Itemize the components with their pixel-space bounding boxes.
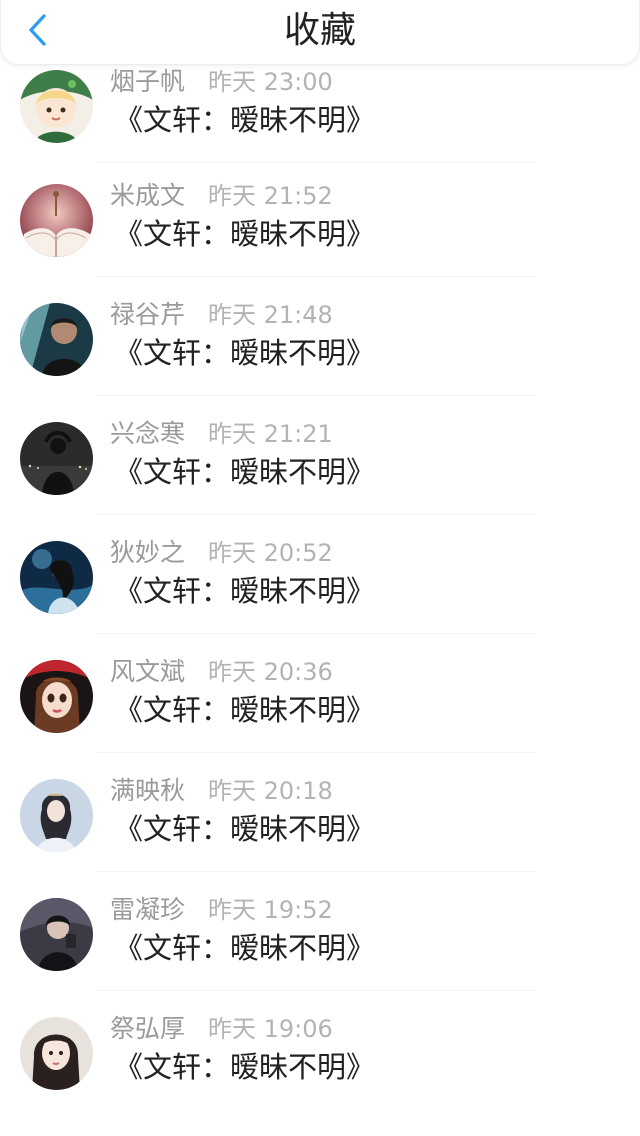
list-item[interactable]: 兴念寒 昨天 21:21 《文轩：暧昧不明》 <box>0 419 640 541</box>
username: 风文斌 <box>110 657 186 686</box>
item-title[interactable]: 《文轩：暧昧不明》 <box>114 690 375 730</box>
list-item[interactable]: 风文斌 昨天 20:36 《文轩：暧昧不明》 <box>0 657 640 779</box>
username: 满映秋 <box>110 776 186 805</box>
avatar[interactable] <box>20 1017 93 1090</box>
list-item[interactable]: 狄妙之 昨天 20:52 《文轩：暧昧不明》 <box>0 538 640 660</box>
divider <box>96 871 536 872</box>
divider <box>96 395 536 396</box>
list-item[interactable]: 米成文 昨天 21:52 《文轩：暧昧不明》 <box>0 181 640 303</box>
username: 禄谷芹 <box>110 300 186 329</box>
divider <box>96 633 536 634</box>
list-item[interactable]: 满映秋 昨天 20:18 《文轩：暧昧不明》 <box>0 776 640 898</box>
avatar[interactable] <box>20 303 93 376</box>
timestamp: 昨天 20:36 <box>208 658 333 686</box>
divider <box>96 990 536 991</box>
item-title[interactable]: 《文轩：暧昧不明》 <box>114 452 375 492</box>
timestamp: 昨天 21:52 <box>208 182 333 210</box>
list-item[interactable]: 烟子帆 昨天 23:00 《文轩：暧昧不明》 <box>0 67 640 189</box>
nav-bar: 收藏 <box>0 0 640 65</box>
item-title[interactable]: 《文轩：暧昧不明》 <box>114 1047 375 1087</box>
avatar[interactable] <box>20 898 93 971</box>
username: 祭弘厚 <box>110 1014 186 1043</box>
divider <box>96 276 536 277</box>
favorites-list: 烟子帆 昨天 23:00 《文轩：暧昧不明》 米成文 昨天 21:52 《文轩：… <box>0 0 640 1090</box>
divider <box>96 514 536 515</box>
divider <box>96 752 536 753</box>
username: 狄妙之 <box>110 538 186 567</box>
username: 米成文 <box>110 181 186 210</box>
list-item[interactable]: 雷凝珍 昨天 19:52 《文轩：暧昧不明》 <box>0 895 640 1017</box>
username: 兴念寒 <box>110 419 186 448</box>
avatar[interactable] <box>20 541 93 614</box>
divider <box>96 162 536 163</box>
timestamp: 昨天 23:00 <box>208 68 333 96</box>
username: 烟子帆 <box>110 67 186 96</box>
timestamp: 昨天 19:52 <box>208 896 333 924</box>
list-item[interactable]: 禄谷芹 昨天 21:48 《文轩：暧昧不明》 <box>0 300 640 422</box>
avatar[interactable] <box>20 422 93 495</box>
username: 雷凝珍 <box>110 895 186 924</box>
avatar[interactable] <box>20 184 93 257</box>
item-title[interactable]: 《文轩：暧昧不明》 <box>114 214 375 254</box>
timestamp: 昨天 19:06 <box>208 1015 333 1043</box>
avatar[interactable] <box>20 779 93 852</box>
avatar[interactable] <box>20 70 93 143</box>
item-title[interactable]: 《文轩：暧昧不明》 <box>114 928 375 968</box>
list-item[interactable]: 祭弘厚 昨天 19:06 《文轩：暧昧不明》 <box>0 1014 640 1136</box>
timestamp: 昨天 21:48 <box>208 301 333 329</box>
item-title[interactable]: 《文轩：暧昧不明》 <box>114 571 375 611</box>
item-title[interactable]: 《文轩：暧昧不明》 <box>114 333 375 373</box>
avatar[interactable] <box>20 660 93 733</box>
timestamp: 昨天 20:52 <box>208 539 333 567</box>
timestamp: 昨天 21:21 <box>208 420 333 448</box>
page-title: 收藏 <box>283 10 356 51</box>
item-title[interactable]: 《文轩：暧昧不明》 <box>114 100 375 140</box>
timestamp: 昨天 20:18 <box>208 777 333 805</box>
item-title[interactable]: 《文轩：暧昧不明》 <box>114 809 375 849</box>
